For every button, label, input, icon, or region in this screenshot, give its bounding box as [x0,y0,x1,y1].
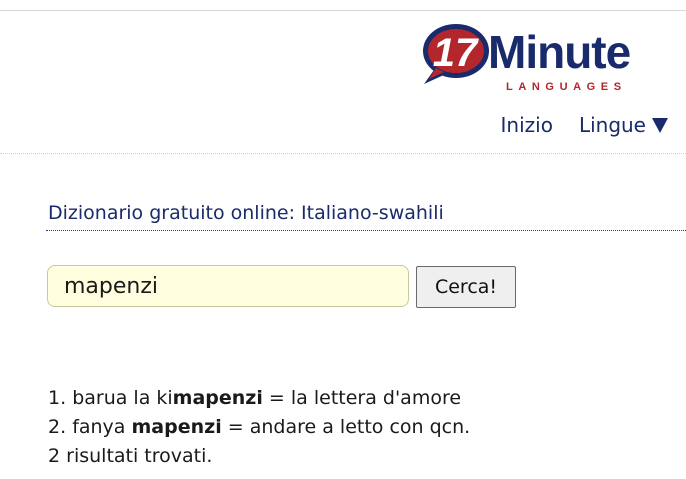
nav-divider [0,153,686,154]
page-title: Dizionario gratuito online: Italiano-swa… [48,202,444,224]
search-button[interactable]: Cerca! [416,266,516,308]
result-number: 1. [48,387,67,409]
result-source[interactable]: fanya mapenzi [72,416,222,438]
result-separator: = [262,387,291,409]
speech-bubble-icon: 17 [423,24,489,84]
result-number: 2. [48,416,67,438]
title-divider [46,230,686,231]
search-input[interactable] [47,265,409,307]
result-translation: la lettera d'amore [290,387,462,409]
results-list: 1. barua la kimapenzi = la lettera d'amo… [48,384,470,471]
result-item: 1. barua la kimapenzi = la lettera d'amo… [48,384,470,413]
logo-number: 17 [433,31,479,75]
triangle-down-icon [652,117,668,133]
result-source-pre: fanya [72,416,132,438]
logo-word: Minute [488,26,631,78]
nav-languages-label: Lingue [578,113,646,137]
result-separator: = [221,416,250,438]
logo-subtitle: LANGUAGES [506,81,627,93]
page: 17 Minute LANGUAGES Inizio Lingue Dizion… [0,0,686,479]
nav-home-link[interactable]: Inizio [501,112,553,138]
result-translation: andare a letto con qcn. [249,416,471,438]
results-summary: 2 risultati trovati. [48,445,213,467]
logo[interactable]: 17 Minute LANGUAGES [420,22,660,102]
top-divider [0,10,686,11]
result-item: 2. fanya mapenzi = andare a letto con qc… [48,413,470,442]
top-nav: Inizio Lingue [501,112,668,138]
result-match: mapenzi [131,416,222,438]
result-match: mapenzi [172,387,263,409]
result-source[interactable]: barua la kimapenzi [72,387,263,409]
nav-languages-menu[interactable]: Lingue [579,112,668,138]
result-source-pre: barua la ki [72,387,173,409]
